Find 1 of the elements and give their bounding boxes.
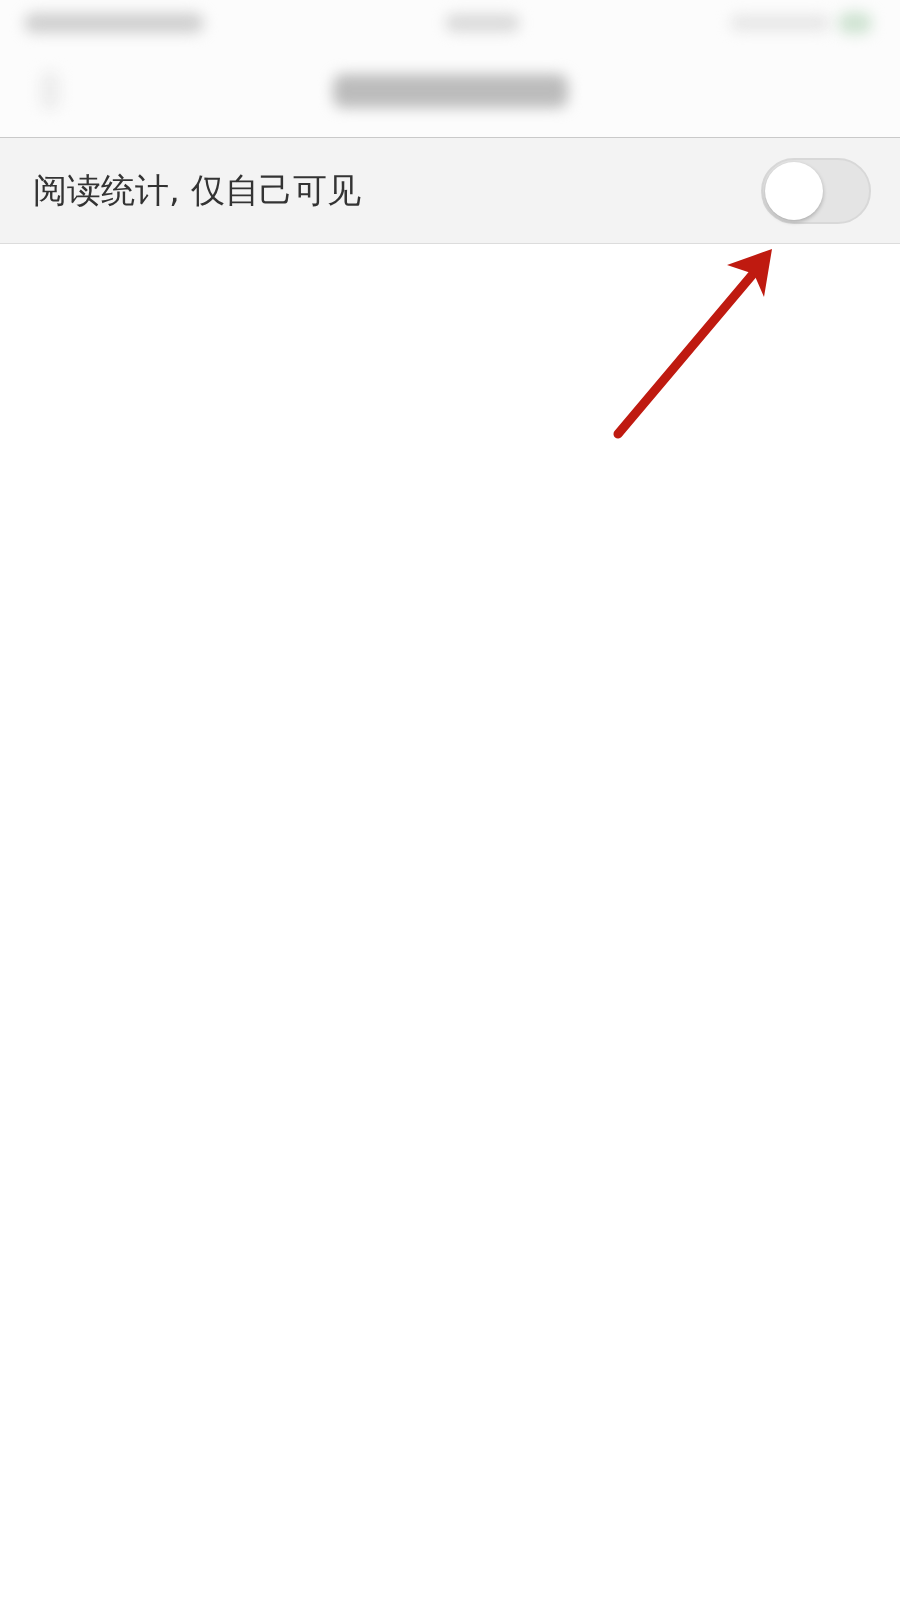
- setting-label: 阅读统计, 仅自己可见: [33, 170, 361, 211]
